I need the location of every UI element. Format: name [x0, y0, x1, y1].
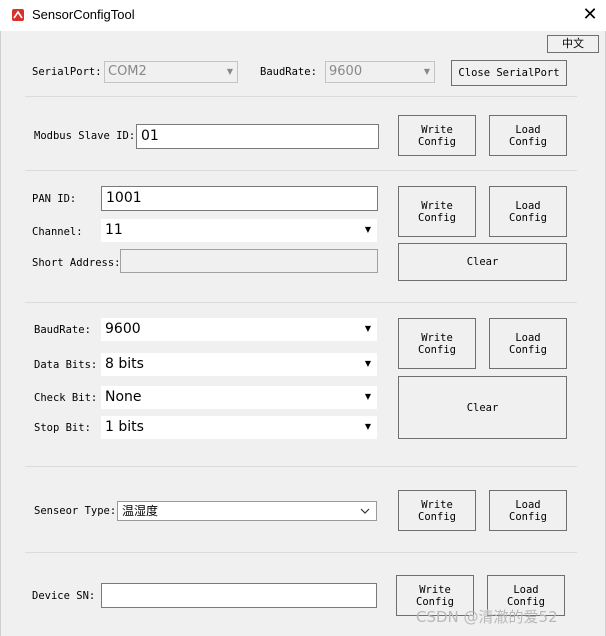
pan-id-label: PAN ID:	[32, 193, 77, 205]
pan-id-input[interactable]: 1001	[101, 186, 378, 211]
close-window-button[interactable]: ✕	[578, 3, 602, 27]
serial-port-select[interactable]: COM2 ▼	[104, 61, 238, 83]
sensor-write-config-button[interactable]: Write Config	[398, 490, 476, 531]
data-bits-value: 8 bits	[105, 356, 144, 372]
chevron-down-icon: ▼	[226, 67, 233, 76]
stop-bit-select[interactable]: 1 bits ▼	[101, 416, 377, 439]
stop-bit-value: 1 bits	[105, 419, 144, 435]
uart-clear-button[interactable]: Clear	[398, 376, 567, 439]
app-window: SensorConfigTool ✕ 中文 SerialPort: COM2 ▼…	[0, 0, 606, 636]
window-border-left	[0, 31, 1, 636]
divider	[25, 552, 577, 553]
uart-write-config-button[interactable]: Write Config	[398, 318, 476, 369]
title-bar[interactable]: SensorConfigTool ✕	[0, 0, 606, 31]
uart-baud-select[interactable]: 9600 ▼	[101, 318, 377, 341]
divider	[25, 302, 577, 303]
stop-bit-label: Stop Bit:	[34, 422, 91, 434]
check-bit-select[interactable]: None ▼	[101, 386, 377, 409]
data-bits-label: Data Bits:	[34, 359, 98, 371]
channel-value: 11	[105, 222, 123, 238]
zigbee-clear-button[interactable]: Clear	[398, 243, 567, 281]
serial-port-value: COM2	[108, 64, 147, 79]
device-sn-label: Device SN:	[32, 590, 96, 602]
short-address-label: Short Address:	[32, 257, 121, 269]
channel-select[interactable]: 11 ▼	[101, 219, 377, 242]
uart-baud-label: BaudRate:	[34, 324, 91, 336]
chevron-down-icon: ▼	[364, 359, 371, 368]
chevron-down-icon: ▼	[364, 392, 371, 401]
short-address-input	[120, 249, 378, 273]
app-sensor-icon	[12, 9, 24, 21]
chevron-down-icon	[360, 508, 370, 514]
device-sn-input[interactable]	[101, 583, 377, 608]
divider	[25, 96, 577, 97]
check-bit-label: Check Bit:	[34, 392, 98, 404]
uart-load-config-button[interactable]: Load Config	[489, 318, 567, 369]
sensor-type-value: 温湿度	[122, 504, 159, 518]
check-bit-value: None	[105, 389, 142, 405]
serial-port-label: SerialPort:	[32, 66, 102, 78]
chevron-down-icon: ▼	[364, 225, 371, 234]
divider	[25, 170, 577, 171]
sensor-type-select[interactable]: 温湿度	[117, 501, 377, 521]
serial-baud-label: BaudRate:	[260, 66, 317, 78]
modbus-slave-id-input[interactable]: 01	[136, 124, 379, 149]
window-title: SensorConfigTool	[32, 7, 135, 22]
close-serial-port-button[interactable]: Close SerialPort	[451, 60, 567, 86]
zigbee-write-config-button[interactable]: Write Config	[398, 186, 476, 237]
zigbee-load-config-button[interactable]: Load Config	[489, 186, 567, 237]
serial-baud-value: 9600	[329, 64, 363, 79]
sensor-load-config-button[interactable]: Load Config	[489, 490, 567, 531]
modbus-write-config-button[interactable]: Write Config	[398, 115, 476, 156]
watermark-text: CSDN @清澈的爱52	[416, 608, 558, 626]
channel-label: Channel:	[32, 226, 83, 238]
data-bits-select[interactable]: 8 bits ▼	[101, 353, 377, 376]
uart-baud-value: 9600	[105, 321, 141, 337]
serial-baud-select[interactable]: 9600 ▼	[325, 61, 435, 83]
language-button[interactable]: 中文	[547, 35, 599, 53]
chevron-down-icon: ▼	[364, 422, 371, 431]
modbus-slave-id-label: Modbus Slave ID:	[34, 130, 136, 142]
chevron-down-icon: ▼	[364, 324, 371, 333]
chevron-down-icon: ▼	[423, 67, 430, 76]
sensor-type-label: Senseor Type:	[34, 505, 117, 517]
modbus-load-config-button[interactable]: Load Config	[489, 115, 567, 156]
divider	[25, 466, 577, 467]
